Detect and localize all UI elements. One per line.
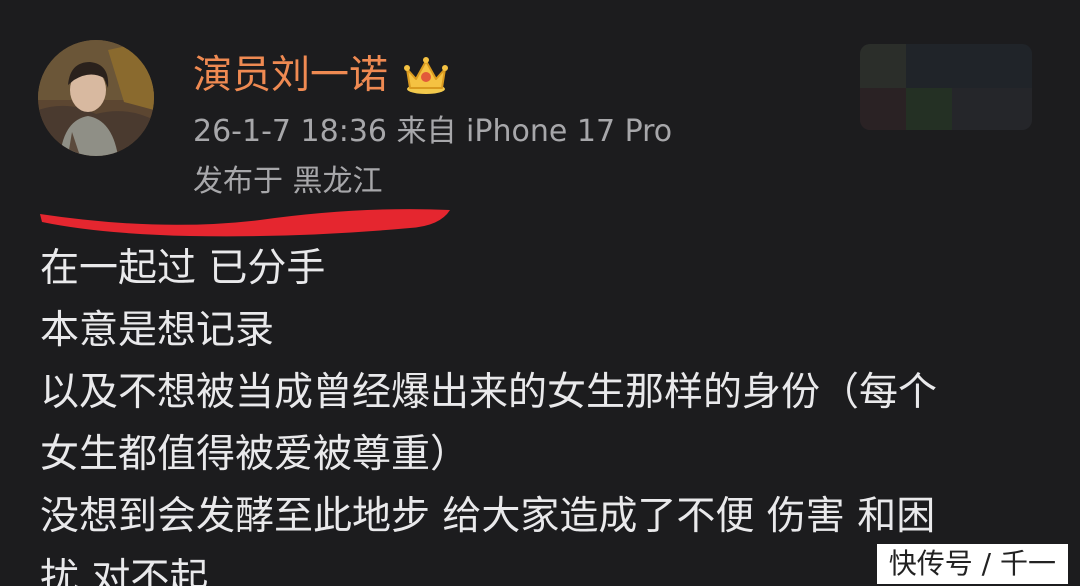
source-watermark: 快传号 / 千一	[876, 544, 1068, 584]
author-avatar[interactable]	[38, 40, 154, 156]
post-line: 本意是想记录	[40, 308, 275, 353]
post-line: 女生都值得被爱被尊重）	[40, 432, 470, 477]
post-timestamp-source: 26-1-7 18:36 来自 iPhone 17 Pro	[193, 114, 673, 149]
crown-icon	[403, 55, 449, 95]
post-line: 在一起过 已分手	[40, 246, 326, 291]
blur-block	[860, 88, 906, 130]
post-line: 以及不想被当成曾经爆出来的女生那样的身份（每个	[40, 370, 938, 415]
post-screen: 演员刘一诺 26-1-7 18:36 来自 iPhone 17 Pro 发布于 …	[0, 0, 1080, 586]
blur-block	[906, 88, 952, 130]
author-name[interactable]: 演员刘一诺	[193, 48, 388, 104]
blur-block	[860, 44, 906, 88]
blur-block	[952, 88, 1032, 130]
avatar-photo	[38, 40, 154, 156]
blurred-follow-button[interactable]	[860, 44, 1032, 130]
post-line: 没想到会发酵至此地步 给大家造成了不便 伤害 和困	[40, 494, 936, 539]
post-content: 在一起过 已分手 本意是想记录 以及不想被当成曾经爆出来的女生那样的身份（每个 …	[40, 238, 1050, 586]
post-location: 发布于 黑龙江	[193, 164, 383, 199]
blur-block	[906, 44, 1032, 88]
